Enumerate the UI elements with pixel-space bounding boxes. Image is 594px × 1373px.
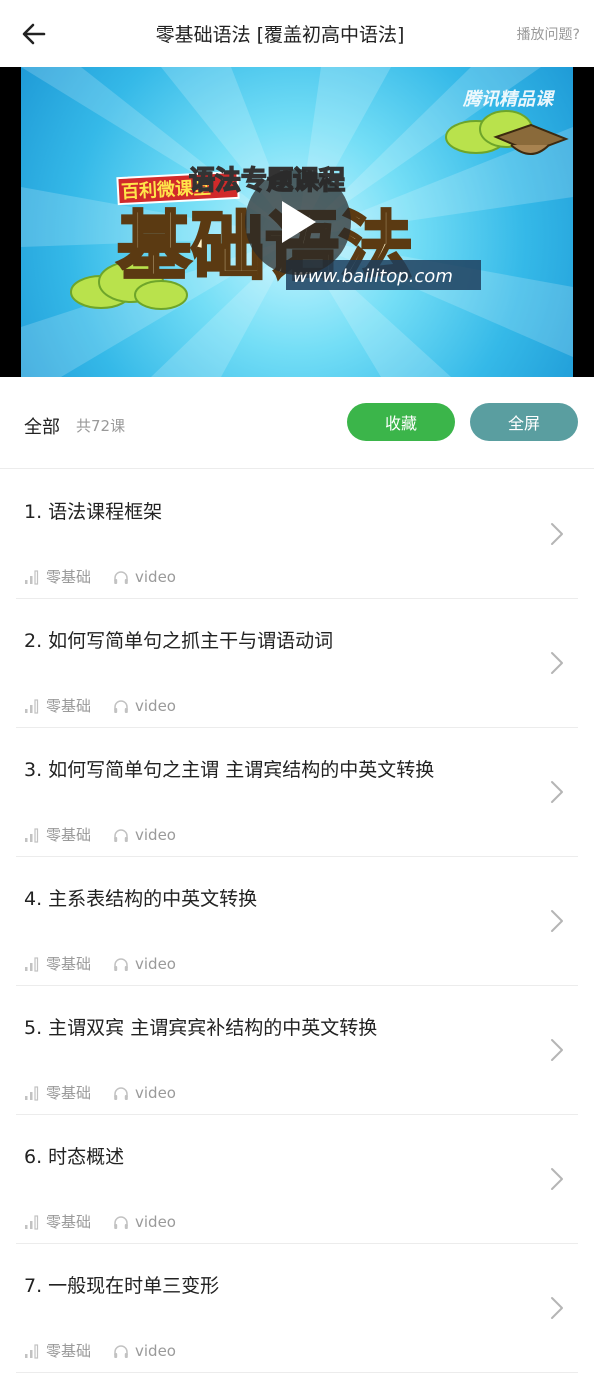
chevron-right-icon	[551, 781, 563, 803]
signal-bars-icon	[25, 569, 39, 585]
lesson-meta: 零基础 video	[24, 695, 176, 716]
fullscreen-button[interactable]: 全屏	[470, 403, 578, 441]
chevron-right-icon	[551, 1039, 563, 1061]
lesson-type: video	[135, 1083, 176, 1102]
lesson-level: 零基础	[46, 1342, 92, 1360]
all-filter-label[interactable]: 全部	[24, 413, 60, 439]
course-toolbar: 全部 共72课 收藏 全屏	[0, 377, 594, 469]
lesson-item[interactable]: 2. 如何写简单句之抓主干与谓语动词 零基础 video	[16, 599, 578, 728]
lesson-meta: 零基础 video	[24, 1340, 176, 1361]
lesson-type: video	[135, 954, 176, 973]
lesson-level: 零基础	[46, 697, 92, 715]
page-title: 零基础语法 [覆盖初高中语法]	[155, 24, 405, 46]
lesson-title: 6. 时态概述	[24, 1146, 125, 1168]
lesson-item[interactable]: 5. 主谓双宾 主谓宾宾补结构的中英文转换 零基础 video	[16, 986, 578, 1115]
lesson-meta: 零基础 video	[24, 1211, 176, 1232]
signal-bars-icon	[25, 698, 39, 714]
signal-bars-icon	[25, 1214, 39, 1230]
lesson-meta: 零基础 video	[24, 566, 176, 587]
lesson-type: video	[135, 696, 176, 715]
signal-bars-icon	[25, 827, 39, 843]
chevron-right-icon	[551, 910, 563, 932]
chevron-right-icon	[551, 1168, 563, 1190]
headphones-icon	[114, 1215, 128, 1229]
chevron-right-icon	[551, 1297, 563, 1319]
favorite-button[interactable]: 收藏	[347, 403, 455, 441]
play-button[interactable]	[245, 169, 351, 275]
lesson-title: 1. 语法课程框架	[24, 501, 163, 523]
lesson-title: 5. 主谓双宾 主谓宾宾补结构的中英文转换	[24, 1017, 378, 1039]
headphones-icon	[114, 699, 128, 713]
chevron-right-icon	[551, 523, 563, 545]
play-icon	[282, 201, 316, 243]
lesson-item[interactable]: 4. 主系表结构的中英文转换 零基础 video	[16, 857, 578, 986]
signal-bars-icon	[25, 1085, 39, 1101]
headphones-icon	[114, 957, 128, 971]
lesson-meta: 零基础 video	[24, 953, 176, 974]
lesson-item[interactable]: 1. 语法课程框架 零基础 video	[16, 470, 578, 599]
lesson-item[interactable]: 3. 如何写简单句之主谓 主谓宾结构的中英文转换 零基础 video	[16, 728, 578, 857]
back-button[interactable]	[14, 14, 54, 54]
lesson-meta: 零基础 video	[24, 1082, 176, 1103]
lesson-type: video	[135, 1341, 176, 1360]
lesson-title: 2. 如何写简单句之抓主干与谓语动词	[24, 630, 334, 652]
signal-bars-icon	[25, 956, 39, 972]
lesson-title: 7. 一般现在时单三变形	[24, 1275, 220, 1297]
lesson-level: 零基础	[46, 568, 92, 586]
headphones-icon	[114, 1086, 128, 1100]
headphones-icon	[114, 828, 128, 842]
arrow-left-icon	[22, 23, 46, 45]
signal-bars-icon	[25, 1343, 39, 1359]
lesson-type: video	[135, 1212, 176, 1231]
video-player[interactable]: 百利微课堂 语法专题课程 基础语法 www.bailitop.com 腾讯精品课	[0, 67, 594, 377]
lesson-type: video	[135, 567, 176, 586]
lesson-type: video	[135, 825, 176, 844]
lesson-meta: 零基础 video	[24, 824, 176, 845]
thumbnail-corner-text: 腾讯精品课	[462, 89, 556, 110]
lesson-level: 零基础	[46, 1084, 92, 1102]
lesson-level: 零基础	[46, 826, 92, 844]
lesson-count: 共72课	[76, 417, 126, 435]
headphones-icon	[114, 1344, 128, 1358]
app-header: 零基础语法 [覆盖初高中语法] 播放问题?	[0, 0, 594, 67]
headphones-icon	[114, 570, 128, 584]
lesson-level: 零基础	[46, 955, 92, 973]
lesson-level: 零基础	[46, 1213, 92, 1231]
lesson-list: 1. 语法课程框架 零基础 video 2. 如何写简单句之抓主干与谓语动词 零…	[0, 470, 594, 1373]
chevron-right-icon	[551, 652, 563, 674]
lesson-title: 3. 如何写简单句之主谓 主谓宾结构的中英文转换	[24, 759, 435, 781]
lesson-item[interactable]: 6. 时态概述 零基础 video	[16, 1115, 578, 1244]
playback-help-link[interactable]: 播放问题?	[517, 24, 580, 44]
lesson-title: 4. 主系表结构的中英文转换	[24, 888, 258, 910]
lesson-item[interactable]: 7. 一般现在时单三变形 零基础 video	[16, 1244, 578, 1373]
